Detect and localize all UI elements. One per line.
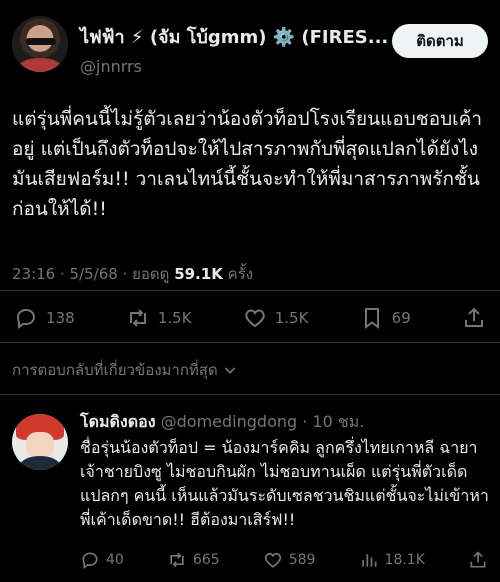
bookmark-count: 69 — [391, 309, 411, 327]
repost-icon — [170, 552, 184, 568]
reply-repost-button[interactable]: 665 — [167, 550, 220, 570]
bookmark-button[interactable]: 69 — [360, 306, 411, 330]
reply-icon — [16, 308, 36, 329]
repost-count: 1.5K — [157, 309, 192, 327]
reply-count: 138 — [46, 309, 75, 327]
repost-button[interactable]: 1.5K — [126, 306, 192, 330]
divider-bottom — [0, 342, 500, 343]
tweet-actions: 138 1.5K 1.5K 69 — [14, 298, 486, 338]
tweet-meta: 23:16 · 5/5/68 · ยอดดู 59.1K ครั้ง — [12, 262, 253, 286]
author-handle[interactable]: @jnnrrs — [80, 57, 410, 76]
reply-repost-count: 665 — [192, 552, 220, 568]
tweet-text: แต่รุ่นพี่คนนี้ไม่รู้ตัวเลยว่าน้องตัวท็อ… — [12, 108, 483, 220]
repost-icon — [129, 309, 146, 327]
chevron-down-icon — [224, 367, 235, 374]
tweet-header: ไฟฟ้า ⚡ (จัม โบ้gmm) ⚙️ (FIRES... @jnnrr… — [12, 12, 488, 76]
reply-avatar[interactable] — [12, 414, 68, 470]
author-avatar[interactable] — [12, 16, 68, 72]
author-name-block: ไฟฟ้า ⚡ (จัม โบ้gmm) ⚙️ (FIRES... @jnnrr… — [80, 22, 410, 76]
author-display-name[interactable]: ไฟฟ้า ⚡ (จัม โบ้gmm) ⚙️ (FIRES... — [80, 22, 410, 51]
reply-views-count: 18.1K — [384, 552, 425, 568]
tweet-timestamp[interactable]: 23:16 · 5/5/68 · ยอดดู — [12, 265, 169, 283]
reply-sort-selector[interactable]: การตอบกลับที่เกี่ยวข้องมากที่สุด — [12, 358, 238, 382]
tweet-views-count: 59.1K — [174, 265, 223, 283]
follow-button[interactable]: ติดตาม — [392, 24, 488, 58]
reply-actions: 40 665 589 18.1K — [80, 546, 488, 574]
like-icon — [245, 309, 265, 328]
reply-reply-count: 40 — [106, 552, 124, 568]
share-icon — [464, 307, 483, 327]
reply-author-name[interactable]: โดมดิงดอง — [80, 412, 156, 431]
like-button[interactable]: 1.5K — [243, 306, 309, 330]
share-button[interactable] — [462, 306, 486, 330]
reply-like-count: 589 — [288, 552, 316, 568]
reply-share-button[interactable] — [468, 550, 488, 570]
bookmark-icon — [364, 308, 379, 329]
divider-top — [0, 290, 500, 291]
reply-icon — [82, 552, 98, 570]
reply-like-button[interactable]: 589 — [263, 550, 316, 570]
reply-views-button[interactable]: 18.1K — [359, 550, 425, 570]
reply-author-handle[interactable]: @domedingdong · 10 ชม. — [161, 412, 365, 431]
share-icon — [470, 551, 486, 568]
views-icon — [361, 554, 377, 567]
tweet-views-suffix: ครั้ง — [227, 265, 254, 283]
reply-sort-label: การตอบกลับที่เกี่ยวข้องมากที่สุด — [12, 361, 218, 379]
reply-text: ชื่อรุ่นน้องตัวท็อป = น้องมาร์คคิม ลูกคร… — [80, 438, 489, 529]
like-icon — [264, 552, 281, 568]
reply-button[interactable]: 138 — [14, 306, 75, 330]
reply-reply-button[interactable]: 40 — [80, 550, 124, 570]
like-count: 1.5K — [274, 309, 309, 327]
reply-header: โดมดิงดอง @domedingdong · 10 ชม. — [80, 410, 364, 435]
divider-replies — [0, 394, 500, 395]
